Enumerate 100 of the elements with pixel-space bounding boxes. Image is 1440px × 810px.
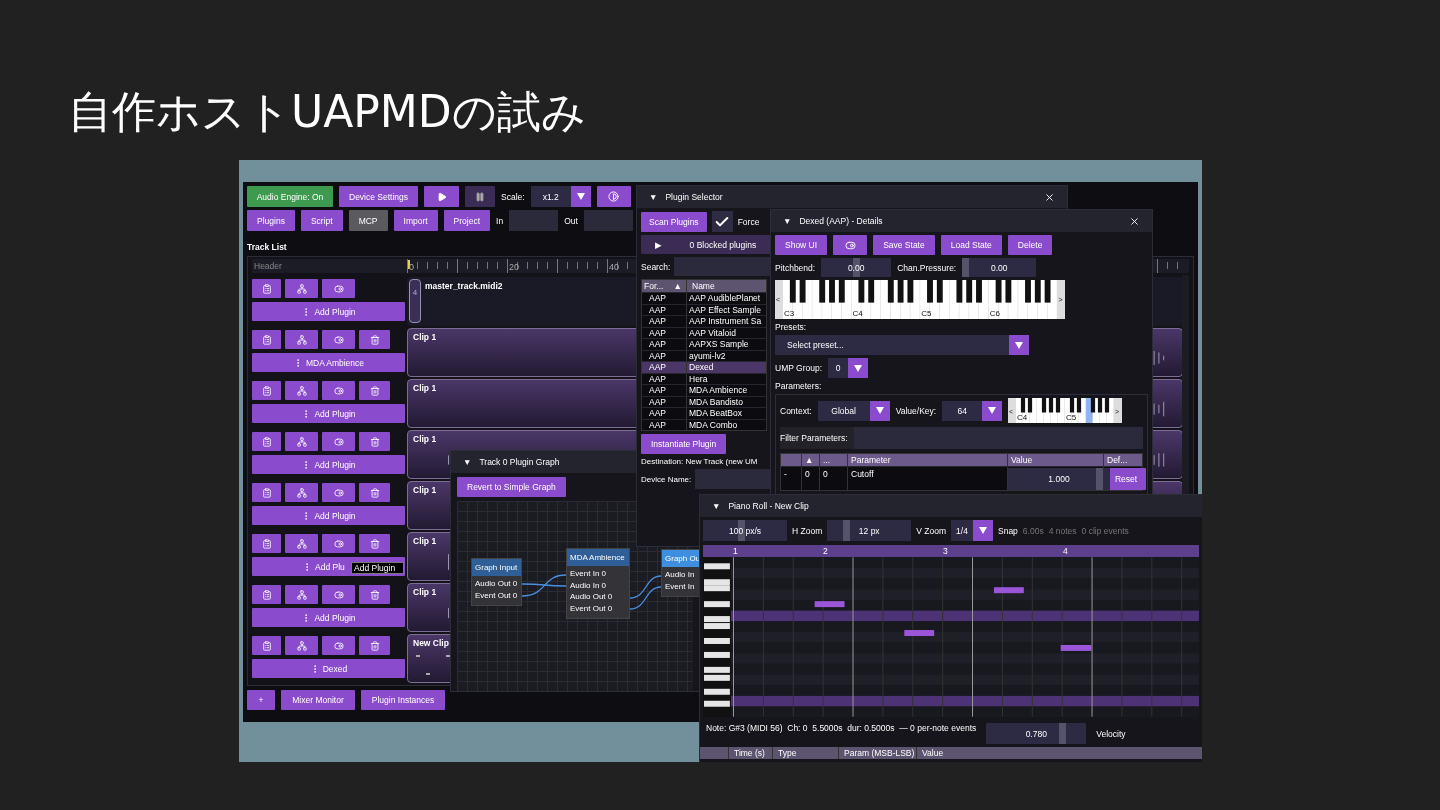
- track-icon-button[interactable]: [252, 381, 281, 400]
- scan-button[interactable]: Scan Plugins: [641, 211, 707, 232]
- track-icon-button[interactable]: [252, 585, 281, 604]
- collapse-arrow[interactable]: ▼: [712, 501, 721, 511]
- ump-group-select[interactable]: 0: [828, 358, 869, 378]
- blocked-plugins-toggle[interactable]: ▶ 0 Blocked plugins: [641, 235, 771, 254]
- play-button[interactable]: [424, 186, 460, 207]
- track-icon-button[interactable]: [252, 534, 281, 553]
- velocity-slider[interactable]: 0.780: [986, 723, 1087, 744]
- slider-thumb[interactable]: [1058, 723, 1066, 744]
- plugin-row[interactable]: AAP AAP AudiblePlanet: [642, 292, 766, 304]
- close-icon[interactable]: [1044, 191, 1055, 203]
- pressure-slider[interactable]: 0.00: [962, 258, 1037, 277]
- preset-select[interactable]: Select preset...: [775, 335, 1029, 355]
- h-zoom-slider[interactable]: 100 px/s: [703, 520, 787, 541]
- plugin-row[interactable]: AAP AAPXS Sample: [642, 338, 766, 350]
- track-icon-button[interactable]: [285, 432, 318, 451]
- column-header[interactable]: Type: [772, 747, 838, 759]
- delete-button[interactable]: [359, 381, 390, 400]
- track-icon-button[interactable]: [322, 330, 355, 349]
- plugin-row[interactable]: AAP AAP Instrument Sa: [642, 315, 766, 327]
- plugin-button[interactable]: Add Plugin: [252, 404, 405, 423]
- checkbox[interactable]: [711, 211, 733, 232]
- scale-select[interactable]: x1.2: [530, 186, 591, 207]
- column-header[interactable]: For... ▲: [642, 280, 686, 292]
- v-zoom-slider[interactable]: 12 px: [827, 520, 912, 541]
- piano-keys-drawing[interactable]: [703, 557, 731, 717]
- plugin-row[interactable]: AAP Dexed: [642, 361, 766, 373]
- toolbar-button[interactable]: Plugins: [247, 210, 295, 231]
- action-button[interactable]: Delete: [1007, 235, 1053, 255]
- collapse-arrow[interactable]: ▼: [649, 192, 658, 202]
- plugin-button[interactable]: MDA Ambience: [252, 353, 405, 372]
- track-icon-button[interactable]: [285, 483, 318, 502]
- delete-button[interactable]: [359, 585, 390, 604]
- plugin-row[interactable]: AAP MDA Ambience: [642, 384, 766, 396]
- track-icon-button[interactable]: [322, 381, 355, 400]
- track-icon-button[interactable]: [285, 279, 318, 298]
- footer-button[interactable]: +: [247, 690, 275, 710]
- plugin-button[interactable]: Add Plugin: [252, 455, 405, 474]
- plugin-button[interactable]: Dexed: [252, 659, 405, 678]
- track-icon-button[interactable]: [252, 636, 281, 655]
- action-button[interactable]: Save State: [873, 235, 935, 255]
- graph-node[interactable]: Graph Ou Audio In Event In: [661, 549, 699, 597]
- column-header[interactable]: Value: [916, 747, 1202, 759]
- input-field[interactable]: [583, 210, 633, 231]
- toolbar-button[interactable]: Script: [300, 210, 343, 231]
- filter-field[interactable]: [853, 427, 1143, 449]
- track-icon-button[interactable]: [285, 636, 318, 655]
- pitchbend-slider[interactable]: 0.00: [821, 258, 892, 277]
- track-icon-button[interactable]: [322, 483, 355, 502]
- delete-button[interactable]: [359, 432, 390, 451]
- plugin-button[interactable]: Add Plugin: [252, 302, 405, 321]
- close-icon[interactable]: [1129, 215, 1140, 227]
- toggle-button[interactable]: [833, 235, 868, 255]
- track-icon-button[interactable]: [252, 483, 281, 502]
- track-icon-button[interactable]: [322, 432, 355, 451]
- toolbar-button[interactable]: Project: [443, 210, 491, 231]
- action-button[interactable]: Load State: [940, 235, 1002, 255]
- instantiate-button[interactable]: Instantiate Plugin: [641, 434, 727, 454]
- graph-node[interactable]: Graph Input Audio Out 0 Event Out 0: [471, 558, 522, 606]
- slider-thumb[interactable]: [842, 520, 850, 541]
- track-icon-button[interactable]: [252, 432, 281, 451]
- collapse-arrow[interactable]: ▼: [783, 216, 792, 226]
- audio-engine-button[interactable]: Audio Engine: On: [247, 186, 333, 207]
- theme-button[interactable]: [596, 186, 631, 207]
- delete-button[interactable]: [359, 534, 390, 553]
- plugin-row[interactable]: AAP MDA BeatBox: [642, 407, 766, 419]
- footer-button[interactable]: Plugin Instances: [361, 690, 445, 710]
- snap-select[interactable]: 1/4: [951, 520, 993, 541]
- value-slider[interactable]: 1.000: [1008, 467, 1110, 490]
- device-name-field[interactable]: [695, 469, 771, 489]
- track-icon-button[interactable]: [285, 381, 318, 400]
- collapse-arrow[interactable]: ▼: [463, 457, 472, 467]
- track-icon-button[interactable]: [322, 279, 355, 298]
- column-header[interactable]: Time (s): [728, 747, 772, 759]
- search-field[interactable]: [674, 257, 771, 276]
- track-icon-button[interactable]: [285, 585, 318, 604]
- track-icon-button[interactable]: [285, 534, 318, 553]
- piano-keyboard[interactable]: [775, 280, 1066, 319]
- bar-ruler[interactable]: 1 2 3 4: [703, 545, 1199, 557]
- footer-button[interactable]: Mixer Monitor: [281, 690, 355, 710]
- value-key-select[interactable]: 64: [942, 400, 1003, 421]
- mini-keyboard[interactable]: [1008, 398, 1123, 423]
- graph-node[interactable]: MDA Ambience Event In 0 Audio In 0 Audio Out 0 Event Out 0: [566, 548, 630, 619]
- toolbar-button[interactable]: Import: [393, 210, 438, 231]
- track-icon-button[interactable]: [322, 636, 355, 655]
- track-icon-button[interactable]: [252, 279, 281, 298]
- track-icon-button[interactable]: [322, 585, 355, 604]
- track-icon-button[interactable]: [285, 330, 318, 349]
- track-icon-button[interactable]: [322, 534, 355, 553]
- action-button[interactable]: Show UI: [775, 235, 828, 255]
- track-icon-button[interactable]: [252, 330, 281, 349]
- input-field[interactable]: [509, 210, 559, 231]
- revert-button[interactable]: Revert to Simple Graph: [457, 477, 566, 497]
- delete-button[interactable]: [359, 636, 390, 655]
- toolbar-button[interactable]: Device Settings: [339, 186, 419, 207]
- delete-button[interactable]: [359, 483, 390, 502]
- slider-thumb[interactable]: [962, 258, 970, 277]
- column-header[interactable]: Param (MSB-LSB): [838, 747, 916, 759]
- plugin-button[interactable]: Add Plugin: [252, 506, 405, 525]
